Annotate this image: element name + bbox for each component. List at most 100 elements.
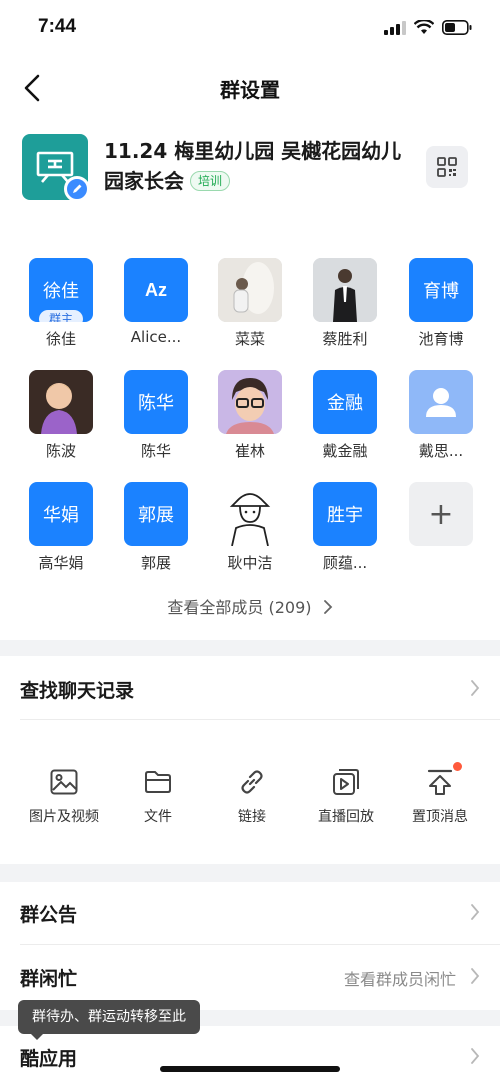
qr-code-button[interactable] [426, 146, 468, 188]
member-item[interactable]: 徐佳 群主 徐佳 [16, 258, 106, 349]
member-avatar-text: 育博 [423, 281, 459, 302]
links-action[interactable]: 链接 [204, 766, 300, 826]
action-label: 直播回放 [318, 809, 374, 825]
status-icons [384, 20, 472, 35]
member-name: 戴金融 [322, 442, 368, 460]
search-chat-label: 查找聊天记录 [20, 680, 135, 702]
chevron-right-icon [323, 600, 332, 614]
member-avatar: 金融 [313, 370, 377, 434]
member-avatar-text: 胜宇 [327, 505, 363, 526]
default-user-icon [426, 388, 456, 417]
person-photo-icon [218, 258, 282, 322]
member-item[interactable]: 耿中洁 [205, 482, 295, 573]
section-divider [0, 640, 500, 656]
announcement-label: 群公告 [20, 904, 78, 926]
action-label: 文件 [144, 809, 172, 825]
action-label: 置顶消息 [412, 809, 468, 825]
image-icon [50, 769, 78, 795]
action-icon-wrap [110, 766, 206, 798]
member-name: 郭展 [140, 554, 171, 572]
add-member-button[interactable]: + [396, 482, 486, 552]
member-item[interactable]: Az Alice... [111, 258, 201, 346]
member-item[interactable]: 陈波 [16, 370, 106, 461]
member-item[interactable]: 戴思... [396, 370, 486, 461]
member-item[interactable]: 陈华 陈华 [111, 370, 201, 461]
home-indicator [160, 1066, 340, 1072]
member-avatar: 徐佳 群主 [29, 258, 93, 322]
member-avatar-photo [313, 258, 377, 322]
member-item[interactable]: 菜菜 [205, 258, 295, 349]
member-item[interactable]: 郭展 郭展 [111, 482, 201, 573]
link-icon [241, 770, 263, 794]
member-avatar: 华娟 [29, 482, 93, 546]
member-avatar: 胜宇 [313, 482, 377, 546]
member-name: 菜菜 [234, 330, 265, 348]
member-item[interactable]: 蔡胜利 [300, 258, 390, 349]
member-avatar-text: 陈华 [138, 393, 174, 414]
member-avatar-text: 郭展 [138, 505, 174, 526]
group-name[interactable]: 11.24 梅里幼儿园 吴樾花园幼儿园家长会 培训 [104, 136, 404, 196]
member-name: Alice... [130, 328, 182, 346]
busy-status-hint: 查看群成员闲忙 [343, 970, 456, 989]
add-member-tile: + [409, 482, 473, 546]
view-all-members-button[interactable]: 查看全部成员 (209) [0, 594, 500, 618]
chevron-right-icon [471, 968, 480, 984]
battery-icon [442, 20, 472, 35]
qr-code-icon [437, 157, 457, 177]
chevron-right-icon [471, 904, 480, 920]
edit-avatar-button[interactable] [64, 176, 90, 202]
member-avatar: 育博 [409, 258, 473, 322]
member-name: 池育博 [418, 330, 464, 348]
member-item[interactable]: 崔林 [205, 370, 295, 461]
row-divider [20, 719, 500, 720]
person-photo-icon [313, 258, 377, 322]
action-icon-wrap [204, 766, 300, 798]
view-all-label: 查看全部成员 (209) [167, 598, 312, 617]
row-divider [20, 944, 500, 945]
live-replay-action[interactable]: 直播回放 [298, 766, 394, 826]
search-chat-history-row[interactable]: 查找聊天记录 [0, 658, 500, 720]
cool-apps-label: 酷应用 [20, 1048, 78, 1070]
media-action[interactable]: 图片及视频 [16, 766, 112, 826]
chevron-right-icon [471, 1048, 480, 1064]
member-avatar-text: 徐佳 [43, 281, 79, 302]
member-avatar-photo [29, 370, 93, 434]
sketch-person-icon [229, 493, 271, 546]
child-photo-icon [29, 370, 93, 434]
status-bar: 7:44 [0, 0, 500, 58]
action-label: 链接 [238, 809, 266, 825]
member-item[interactable]: 育博 池育博 [396, 258, 486, 349]
announcement-row[interactable]: 群公告 [0, 882, 500, 944]
group-header: 11.24 梅里幼儿园 吴樾花园幼儿园家长会 培训 [0, 130, 500, 220]
member-avatar: Az [124, 258, 188, 322]
cartoon-person-icon [218, 370, 282, 434]
member-avatar-sketch [218, 482, 282, 546]
cool-apps-row[interactable]: 酷应用 [0, 1026, 500, 1082]
folder-icon [145, 771, 171, 793]
member-item[interactable]: 华娟 高华娟 [16, 482, 106, 573]
member-name: 耿中洁 [227, 554, 273, 572]
member-avatar-text: Az [145, 279, 167, 300]
files-action[interactable]: 文件 [110, 766, 206, 826]
quick-actions: 图片及视频 文件 链接 直播回放 置顶消息 [0, 758, 500, 838]
member-item[interactable]: 胜宇 顾蕴... [300, 482, 390, 573]
owner-badge: 群主 [38, 310, 84, 322]
pin-top-icon [427, 769, 453, 795]
tooltip-arrow [30, 1033, 44, 1040]
plus-icon: + [428, 496, 454, 532]
member-avatar: 郭展 [124, 482, 188, 546]
replay-icon [333, 769, 359, 795]
action-icon-wrap [392, 762, 488, 798]
notification-dot [453, 762, 462, 771]
busy-status-row[interactable]: 群闲忙 查看群成员闲忙 [0, 946, 500, 1008]
nav-bar: 群设置 [0, 62, 500, 114]
group-name-text: 11.24 梅里幼儿园 吴樾花园幼儿园家长会 [104, 139, 402, 193]
wifi-icon [414, 20, 434, 34]
action-label: 图片及视频 [29, 809, 99, 825]
member-name: 高华娟 [38, 554, 84, 572]
member-avatar-text: 华娟 [43, 505, 79, 526]
pinned-messages-action[interactable]: 置顶消息 [392, 762, 488, 826]
member-avatar: 陈华 [124, 370, 188, 434]
member-avatar-photo [218, 258, 282, 322]
member-item[interactable]: 金融 戴金融 [300, 370, 390, 461]
